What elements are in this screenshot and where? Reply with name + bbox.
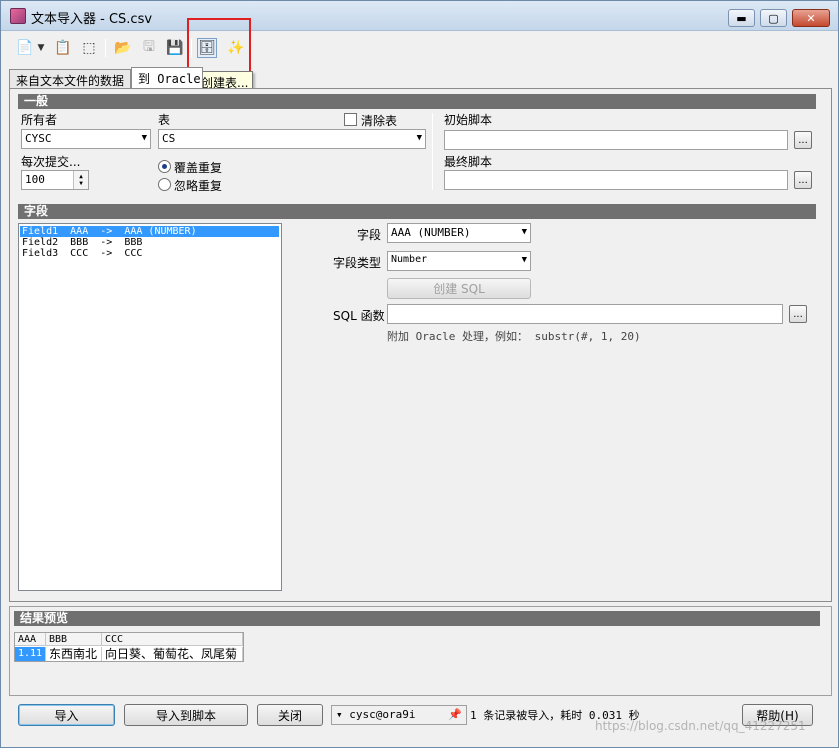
spin-icon[interactable]: ▲ ▼ xyxy=(73,171,88,189)
table-select[interactable]: CS ▼ xyxy=(158,129,426,149)
list-item[interactable]: Field3 CCC -> CCC xyxy=(20,248,279,259)
field-value: AAA (NUMBER) xyxy=(391,226,471,239)
table-value: CS xyxy=(162,132,176,145)
field-type-value: Number xyxy=(391,254,428,265)
init-script-browse-button[interactable]: ... xyxy=(794,131,812,149)
sql-function-hint: 附加 Oracle 处理，例如： substr(#, 1, 20) xyxy=(387,330,641,343)
owner-value: CYSC xyxy=(25,132,52,145)
app-icon xyxy=(10,8,26,24)
column-header[interactable]: CCC xyxy=(102,633,243,646)
init-script-input[interactable] xyxy=(444,130,788,150)
overwrite-radio[interactable] xyxy=(158,160,171,173)
connection-indicator[interactable]: ▾ cysc@ora9i 📌 xyxy=(331,705,467,725)
sql-function-input[interactable] xyxy=(387,304,783,324)
fields-header: 字段 xyxy=(18,204,816,219)
tab-panel: 一般 所有者 CYSC ▼ 表 清除表 CS ▼ 每次提交... 100 ▲ ▼ … xyxy=(9,88,832,602)
field-label: 字段 xyxy=(357,228,382,242)
table-label: 表 xyxy=(158,113,171,127)
field-type-select[interactable]: Number ▼ xyxy=(387,251,531,271)
dropdown-arrow-icon[interactable]: ▼ xyxy=(35,38,47,58)
column-header[interactable]: BBB xyxy=(46,633,102,646)
minimize-button[interactable]: ▬ xyxy=(728,9,755,27)
commit-input[interactable]: 100 ▲ ▼ xyxy=(21,170,89,190)
final-script-label: 最终脚本 xyxy=(444,155,493,169)
text-importer-window: 文本导入器 - CS.csv ▬ ▢ ✕ 📄 ▼ 📋 ⬚ 📂 🖫 💾 🗄 ✨ 创… xyxy=(0,0,839,748)
owner-select[interactable]: CYSC ▼ xyxy=(21,129,151,149)
paste-icon[interactable]: 📋 xyxy=(53,38,73,58)
table-cell[interactable]: 向日葵、葡萄花、凤尾菊 xyxy=(102,647,243,661)
toolbar: 📄 ▼ 📋 ⬚ 📂 🖫 💾 🗄 ✨ xyxy=(1,32,838,64)
import-to-script-button[interactable]: 导入到脚本 xyxy=(124,704,248,726)
owner-label: 所有者 xyxy=(21,113,58,127)
import-template-icon[interactable]: 📄 xyxy=(15,38,35,58)
commit-value: 100 xyxy=(25,173,45,186)
general-header: 一般 xyxy=(18,94,816,109)
overwrite-label: 覆盖重复 xyxy=(174,161,223,175)
open-folder-icon[interactable]: 📂 xyxy=(113,38,133,58)
maximize-button[interactable]: ▢ xyxy=(760,9,787,27)
ignore-label: 忽略重复 xyxy=(174,179,223,193)
chevron-down-icon: ▼ xyxy=(521,255,527,265)
ignore-radio[interactable] xyxy=(158,178,171,191)
tab-text-file[interactable]: 来自文本文件的数据 xyxy=(9,69,131,89)
watermark-text: https://blog.csdn.net/qq_41227251 xyxy=(595,719,806,733)
field-mapping-list[interactable]: Field1 AAA -> AAA (NUMBER) Field2 BBB ->… xyxy=(18,223,282,591)
preview-grid[interactable]: AAA BBB CCC 1.11 东西南北 向日葵、葡萄花、凤尾菊 xyxy=(14,632,244,662)
window-title: 文本导入器 - CS.csv xyxy=(31,12,153,27)
sql-function-browse-button[interactable]: ... xyxy=(789,305,807,323)
preview-header: 结果预览 xyxy=(14,611,820,626)
pin-icon: 📌 xyxy=(448,708,462,721)
create-sql-button: 创建 SQL xyxy=(387,278,531,299)
table-cell[interactable]: 东西南北 xyxy=(46,647,102,661)
field-select[interactable]: AAA (NUMBER) ▼ xyxy=(387,223,531,243)
create-table-tooltip: 创建表... xyxy=(196,71,254,90)
list-item[interactable]: Field2 BBB -> BBB xyxy=(20,237,279,248)
final-script-input[interactable] xyxy=(444,170,788,190)
chevron-down-icon: ▼ xyxy=(141,133,147,143)
column-header[interactable]: AAA xyxy=(15,633,46,646)
commit-label: 每次提交... xyxy=(21,155,81,169)
tab-to-oracle[interactable]: 到 Oracle xyxy=(131,67,203,89)
field-type-label: 字段类型 xyxy=(333,256,382,270)
save-icon: 🖫 xyxy=(143,39,155,55)
import-button[interactable]: 导入 xyxy=(18,704,115,726)
table-cell[interactable]: 1.11 xyxy=(15,647,46,661)
close-button[interactable]: 关闭 xyxy=(257,704,323,726)
save-as-icon[interactable]: 💾 xyxy=(165,38,185,58)
list-item[interactable]: Field1 AAA -> AAA (NUMBER) xyxy=(20,226,279,237)
connection-value: cysc@ora9i xyxy=(349,708,416,721)
clear-table-label: 清除表 xyxy=(361,114,398,128)
sql-function-label: SQL 函数 xyxy=(333,309,385,323)
clear-table-checkbox[interactable] xyxy=(344,113,357,126)
connection-icon: ▾ xyxy=(336,708,343,721)
final-script-browse-button[interactable]: ... xyxy=(794,171,812,189)
chevron-down-icon: ▼ xyxy=(416,133,422,143)
title-bar: 文本导入器 - CS.csv ▬ ▢ ✕ xyxy=(1,1,838,31)
chevron-down-icon: ▼ xyxy=(521,227,527,237)
init-script-label: 初始脚本 xyxy=(444,113,493,127)
select-icon[interactable]: ⬚ xyxy=(79,38,99,58)
close-window-button[interactable]: ✕ xyxy=(792,9,830,27)
